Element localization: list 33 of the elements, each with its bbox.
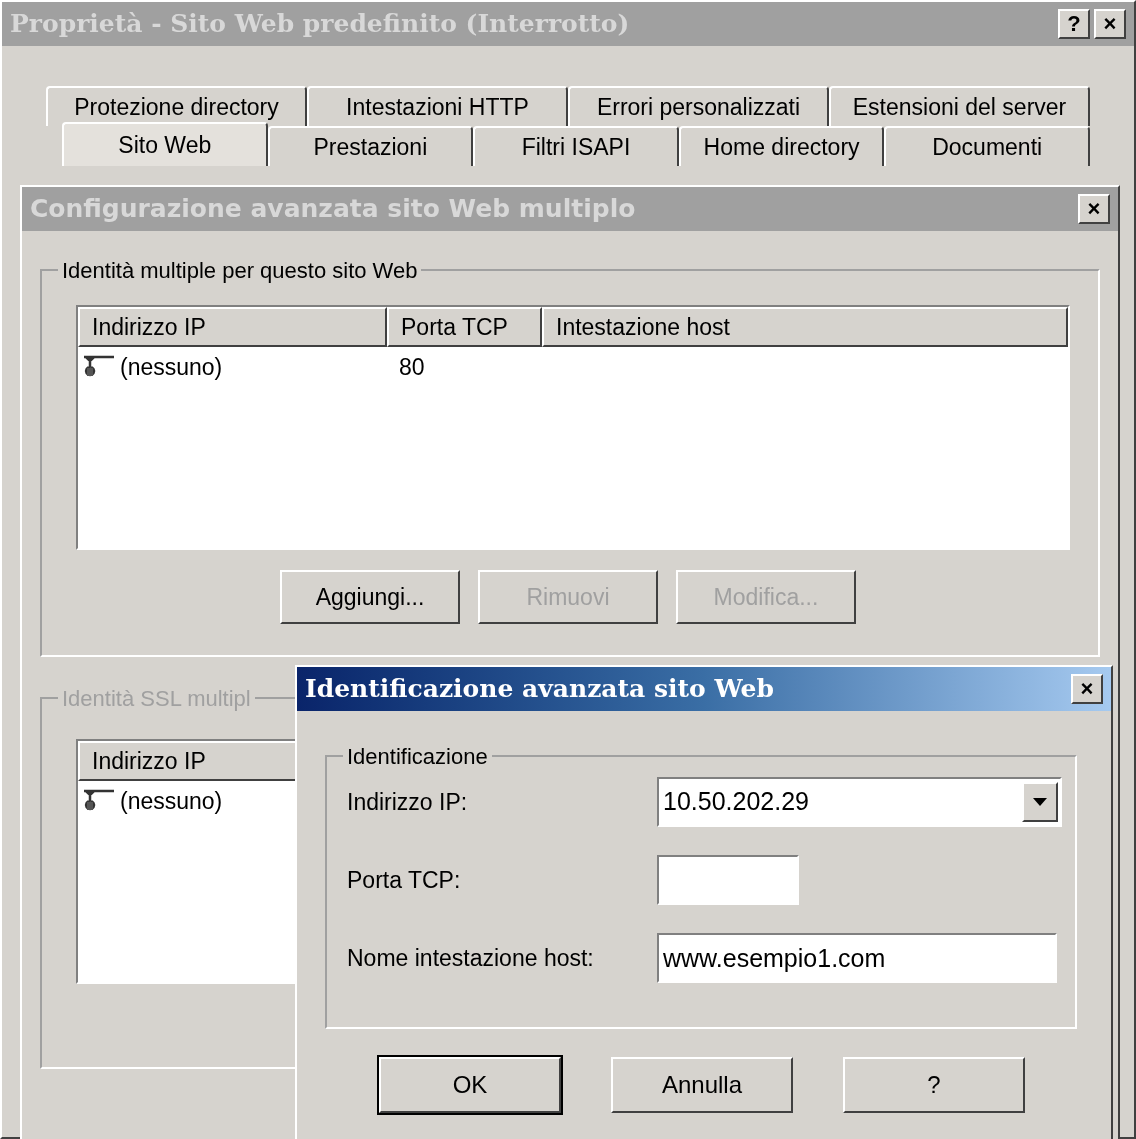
dropdown-value: 10.50.202.29 [662, 786, 810, 818]
tab[interactable]: Filtri ISAPI [473, 126, 679, 166]
tab[interactable]: Errori personalizzati [568, 86, 829, 126]
ip-address-dropdown[interactable]: 10.50.202.29 [657, 777, 1062, 827]
table-cell-text: (nessuno) [120, 352, 223, 382]
column-header[interactable]: Porta TCP [387, 307, 542, 347]
tab[interactable]: Estensioni del server [829, 86, 1090, 126]
table-cell-text: (nessuno) [120, 786, 223, 816]
window-title: Proprietà - Sito Web predefinito (Interrotto) [10, 8, 630, 41]
dialog-button[interactable]: Aggiungi... [280, 570, 460, 624]
input-field[interactable] [657, 855, 799, 905]
window-title: Identificazione avanzata sito Web [305, 673, 774, 706]
field-label: Nome intestazione host: [347, 943, 595, 973]
table-cell-text: 80 [398, 352, 425, 382]
close-button[interactable]: × [1071, 674, 1103, 704]
tab[interactable]: Intestazioni HTTP [307, 86, 568, 126]
tab[interactable]: Protezione directory [46, 86, 307, 126]
tab[interactable]: Home directory [678, 126, 885, 166]
dialog-button[interactable]: ? [843, 1057, 1025, 1113]
column-header[interactable]: Indirizzo IP [78, 307, 387, 347]
help-button[interactable]: ? [1058, 9, 1090, 39]
window-title: Configurazione avanzata sito Web multiplo [30, 193, 636, 226]
input-field[interactable]: www.esempio1.com [657, 933, 1057, 983]
field-label: Indirizzo IP: [347, 787, 469, 817]
field-label: Porta TCP: [347, 865, 462, 895]
dialog-button[interactable]: Annulla [611, 1057, 793, 1113]
dialog-button[interactable]: OK [379, 1057, 561, 1113]
tab[interactable]: Prestazioni [267, 126, 474, 166]
close-button[interactable]: × [1094, 9, 1126, 39]
column-header[interactable]: Intestazione host [542, 307, 1068, 347]
tab[interactable]: Sito Web [62, 122, 268, 166]
close-button[interactable]: × [1078, 194, 1110, 224]
tab[interactable]: Documenti [884, 126, 1090, 166]
